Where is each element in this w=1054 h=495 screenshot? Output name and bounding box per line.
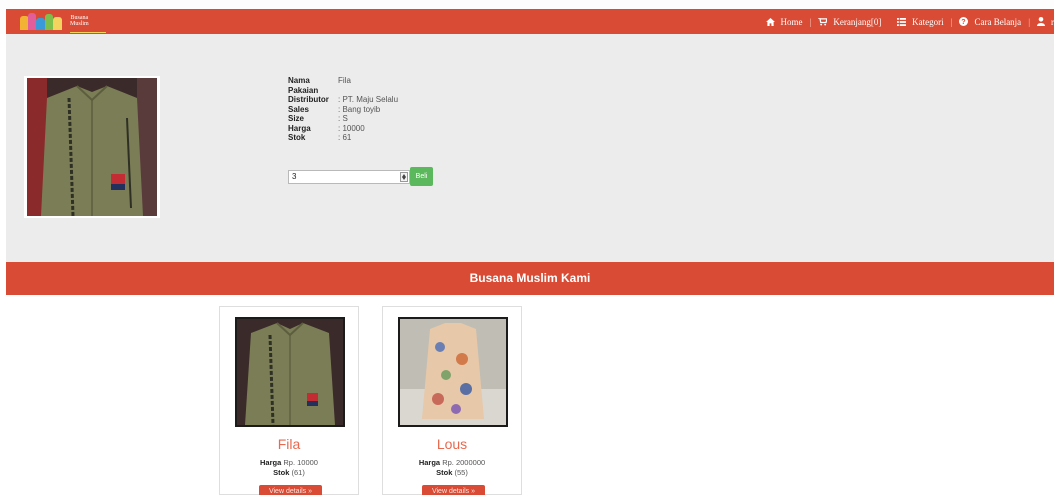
svg-text:?: ? [962, 17, 966, 26]
question-icon: ? [959, 17, 969, 26]
value-size: : S [338, 114, 348, 123]
info-row-price: Harga : 10000 [288, 124, 398, 134]
dress-thumb-photo [400, 319, 506, 425]
value-sales: : Bang toyib [338, 104, 381, 114]
product-info: Nama Pakaian Fila Distributor : PT. Maju… [288, 76, 398, 143]
info-row-name: Nama Pakaian Fila [288, 76, 398, 95]
buy-button[interactable]: Beli [410, 167, 433, 186]
quantity-value: 3 [292, 172, 297, 181]
card-price-label: Harga [260, 458, 282, 467]
nav-home[interactable]: Home [765, 16, 803, 27]
nav-cart-label: Keranjang[0] [833, 16, 882, 27]
card-price-value: Rp. 10000 [283, 458, 318, 467]
value-price: : 10000 [338, 123, 365, 133]
spinner-arrows-icon[interactable] [400, 172, 408, 182]
card-stock-value: (61) [291, 468, 305, 477]
product-card: Lous Harga Rp. 2000000 Stok (55) View de… [382, 306, 522, 495]
logo-text: Busana Muslim [70, 15, 89, 27]
nav-category-label: Kategori [912, 16, 944, 27]
view-details-button[interactable]: View details » [422, 485, 485, 495]
logo-underline [70, 32, 106, 33]
shirt-photo [27, 78, 157, 217]
section-title: Busana Muslim Kami [6, 262, 1054, 295]
card-title[interactable]: Lous [383, 436, 521, 452]
cart-icon [818, 17, 828, 26]
label-price: Harga [288, 123, 311, 133]
card-price: Harga Rp. 10000 [220, 458, 358, 467]
card-stock-label: Stok [436, 468, 453, 477]
product-detail-panel: Nama Pakaian Fila Distributor : PT. Maju… [6, 34, 1054, 262]
info-row-sales: Sales : Bang toyib [288, 105, 398, 115]
label-sales: Sales [288, 104, 309, 114]
user-icon [1037, 17, 1045, 26]
view-details-button[interactable]: View details » [259, 485, 322, 495]
nav-howto-label: Cara Belanja [974, 16, 1022, 27]
logo-figures [20, 12, 64, 30]
nav-separator: | [1028, 16, 1030, 27]
card-stock-value: (55) [454, 468, 468, 477]
nav-category[interactable]: Kategori [897, 17, 944, 27]
navbar-bar: Busana Muslim Home | Keranjang[0] | Kate… [6, 9, 1054, 34]
product-card: Fila Harga Rp. 10000 Stok (61) View deta… [219, 306, 359, 495]
label-stock: Stok [288, 133, 306, 142]
product-thumbnail[interactable] [235, 317, 345, 427]
card-title[interactable]: Fila [220, 436, 358, 452]
card-price-value: Rp. 2000000 [442, 458, 486, 467]
label-size: Size [288, 114, 305, 123]
value-distributor: : PT. Maju Selalu [338, 95, 399, 104]
shirt-thumb-photo [237, 319, 343, 426]
label-name: Nama Pakaian [288, 76, 319, 95]
quantity-stepper[interactable]: 3 [288, 170, 410, 184]
logo-line-2: Muslim [70, 21, 89, 27]
label-distributor: Distributor [288, 95, 329, 104]
navbar: Busana Muslim Home | Keranjang[0] | Kate… [0, 0, 1054, 34]
product-thumbnail[interactable] [398, 317, 508, 427]
value-name: Fila [338, 76, 351, 85]
card-stock: Stok (61) [220, 468, 358, 477]
home-icon [765, 17, 775, 26]
nav-separator: | [809, 16, 812, 27]
info-row-stock: Stok : 61 [288, 133, 398, 143]
nav-home-label: Home [780, 16, 803, 27]
info-row-distributor: Distributor : PT. Maju Selalu [288, 95, 398, 105]
main-nav: Home | Keranjang[0] | Kategori | ? Cara … [765, 9, 1054, 34]
nav-cart[interactable]: Keranjang[0] [818, 17, 881, 27]
value-stock: : 61 [338, 133, 352, 142]
brand-logo[interactable]: Busana Muslim [20, 11, 106, 33]
card-price: Harga Rp. 2000000 [383, 458, 521, 467]
nav-separator: | [950, 16, 953, 27]
nav-user[interactable]: r [1037, 17, 1054, 27]
card-price-label: Harga [418, 458, 441, 467]
card-stock-label: Stok [273, 468, 290, 477]
product-image [24, 76, 160, 218]
nav-howto[interactable]: ? Cara Belanja [959, 17, 1021, 27]
card-stock: Stok (55) [383, 468, 521, 477]
list-icon [897, 17, 907, 26]
info-row-size: Size : S [288, 114, 398, 124]
